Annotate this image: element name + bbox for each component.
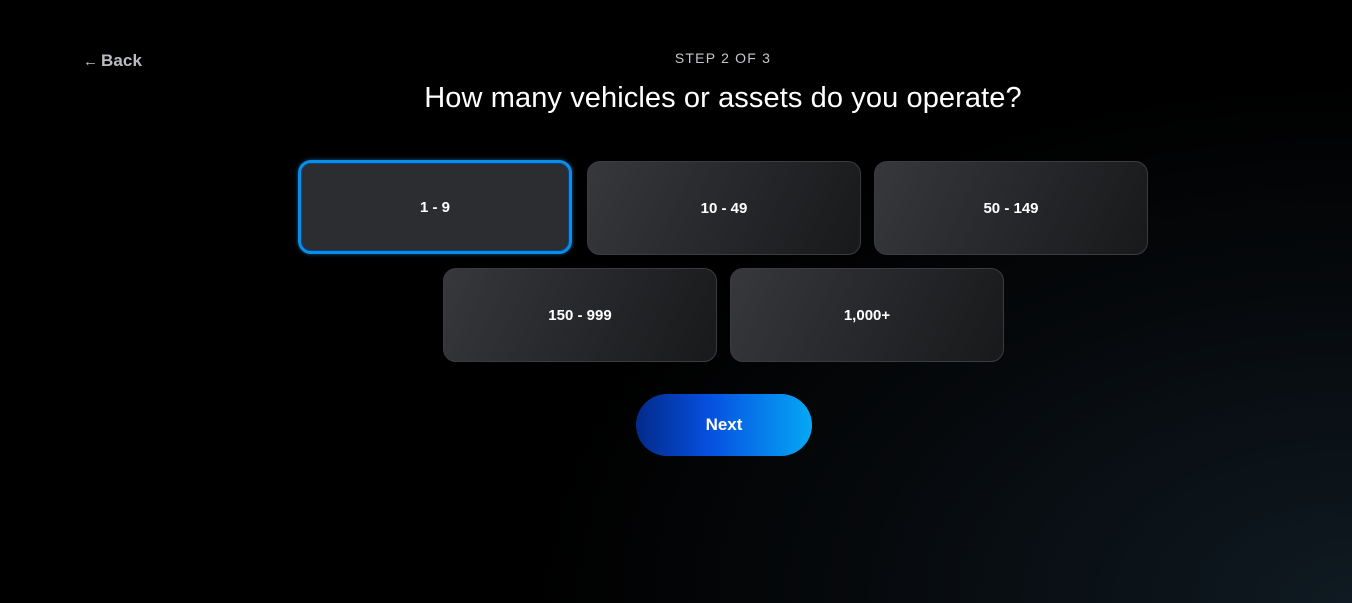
- page-question: How many vehicles or assets do you opera…: [424, 82, 1022, 114]
- option-1000-plus[interactable]: 1,000+: [730, 268, 1004, 362]
- option-label: 50 - 149: [983, 199, 1039, 217]
- option-50-149[interactable]: 50 - 149: [874, 161, 1148, 255]
- step-indicator: STEP 2 OF 3: [674, 50, 772, 66]
- option-label: 1,000+: [843, 306, 891, 324]
- option-1-9[interactable]: 1 - 9: [298, 160, 572, 254]
- next-button[interactable]: Next: [636, 394, 812, 456]
- option-150-999[interactable]: 150 - 999: [443, 268, 717, 362]
- option-label: 150 - 999: [548, 306, 612, 324]
- option-label: 10 - 49: [700, 199, 748, 217]
- option-10-49[interactable]: 10 - 49: [587, 161, 861, 255]
- option-label: 1 - 9: [419, 198, 450, 216]
